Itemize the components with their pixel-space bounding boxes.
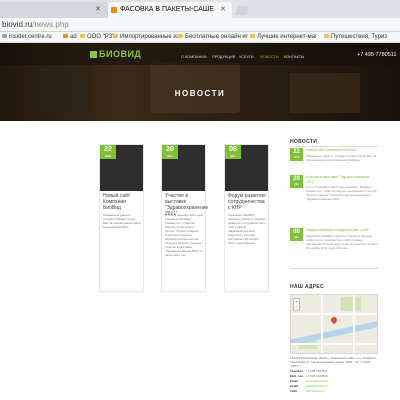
contact-row: Сайт http://biovid.ru bbox=[290, 389, 325, 393]
sidebar-address-heading: НАШ АДРЕС bbox=[290, 284, 324, 290]
website-link[interactable]: http://biovid.ru bbox=[306, 389, 325, 393]
sidebar-news-heading: НОВОСТИ bbox=[290, 139, 318, 145]
date-badge: 08 ДЕК bbox=[225, 145, 241, 159]
contact-row: Моб. тел. +7 926 1120860 bbox=[290, 374, 328, 378]
contact-row: Email sales@biovid.ru bbox=[290, 384, 328, 388]
folder-icon bbox=[80, 34, 85, 38]
nav-item-about[interactable]: О КОМПАНИИ bbox=[181, 55, 207, 59]
map-road bbox=[353, 295, 355, 353]
sidebar-news-title[interactable]: Форум развития сотрудничества с КНР bbox=[306, 228, 378, 233]
header-phone[interactable]: +7 495 7780511 bbox=[357, 52, 397, 58]
bookmark-item[interactable]: ad bbox=[63, 32, 77, 42]
sidebar-date-badge: 22 ЯНВ bbox=[290, 148, 303, 161]
location-map[interactable]: + − bbox=[290, 294, 378, 354]
nav-item-products[interactable]: ПРОДУКЦИЯ bbox=[212, 55, 236, 59]
folder-icon bbox=[324, 34, 329, 38]
close-tab-icon[interactable]: ✕ bbox=[220, 2, 226, 18]
bookmark-item[interactable]: Импортированные из bbox=[113, 32, 180, 42]
email-link[interactable]: biovid@biovid.ru bbox=[306, 379, 328, 383]
logo-mark-icon bbox=[90, 51, 97, 58]
browser-tab-active[interactable]: ФАСОВКА В ПАКЕТЫ-САШЕ ✕ bbox=[108, 2, 232, 18]
news-card[interactable]: 20 ДЕК Участие в выставке "Здравоохранен… bbox=[162, 145, 208, 291]
sidebar-news-text: Уважаемые дамы и господа! Приветствуем В… bbox=[306, 154, 377, 162]
divider bbox=[290, 268, 378, 269]
hero-banner: БИОВИД О КОМПАНИИ ПРОДУКЦИЯ УСЛУГИ НОВОС… bbox=[0, 43, 400, 121]
sidebar-news-text: С 5 по 9 декабря 2011 года компания "Био… bbox=[306, 185, 377, 201]
hero-photo-shape bbox=[150, 63, 240, 113]
page-title: НОВОСТИ bbox=[174, 89, 226, 98]
sidebar-news-text: Компания "БиоВид" приняла участие в фору… bbox=[306, 234, 378, 250]
url-text[interactable]: biovid.ru/news.php bbox=[2, 19, 69, 30]
map-park bbox=[341, 297, 361, 311]
new-tab-button[interactable] bbox=[234, 6, 250, 15]
sidebar-news-title[interactable]: Новый сайт Компании БиоВид bbox=[306, 148, 378, 153]
map-road bbox=[291, 343, 377, 345]
email-link[interactable]: sales@biovid.ru bbox=[306, 384, 327, 388]
address-bar[interactable]: biovid.ru/news.php bbox=[0, 18, 400, 32]
bookmark-item[interactable]: insider.centre.ru bbox=[2, 32, 52, 42]
nav-item-contacts[interactable]: КОНТАКТЫ bbox=[284, 55, 304, 59]
folder-icon bbox=[63, 34, 68, 38]
bookmark-item[interactable]: Путешествия, Туриз bbox=[324, 32, 387, 42]
site-logo[interactable]: БИОВИД bbox=[90, 49, 141, 59]
news-card-title[interactable]: Новый сайт Компании БиоВид bbox=[103, 193, 141, 211]
date-badge: 22 ЯНВ bbox=[100, 145, 116, 159]
tab-title: ФАСОВКА В ПАКЕТЫ-САШЕ bbox=[120, 6, 214, 13]
map-road bbox=[291, 313, 377, 315]
bookmark-item[interactable]: ООО "РЗ" bbox=[80, 32, 114, 42]
sidebar-date-badge: 08 ДЕК bbox=[290, 228, 303, 241]
page-icon bbox=[2, 34, 7, 38]
news-card-text: С 5 по 9 декабря 2011 года компания "Био… bbox=[165, 213, 203, 257]
divider bbox=[290, 146, 378, 147]
bookmarks-bar: insider.centre.ru ad ООО "РЗ" Импортиров… bbox=[0, 32, 400, 43]
close-tab-icon[interactable]: ✕ bbox=[95, 2, 101, 18]
news-card[interactable]: 22 ЯНВ Новый сайт Компании БиоВид Уважае… bbox=[100, 145, 143, 291]
folder-icon bbox=[178, 34, 183, 38]
folder-icon bbox=[113, 34, 118, 38]
nav-item-services[interactable]: УСЛУГИ bbox=[239, 55, 254, 59]
sidebar-news-title[interactable]: Участие в выставке "Здравоохранение 2011… bbox=[306, 175, 378, 184]
url-path: /news.php bbox=[32, 20, 69, 29]
contact-row: Email biovid@biovid.ru bbox=[290, 379, 329, 383]
news-card-text: Уважаемые дамы и господа! Приветствуем В… bbox=[103, 213, 141, 229]
nav-item-news[interactable]: НОВОСТИ bbox=[260, 55, 279, 59]
map-road bbox=[321, 295, 323, 353]
folder-icon bbox=[250, 34, 255, 38]
bookmark-item[interactable]: Лучшие интернет-маг bbox=[250, 32, 317, 42]
news-card[interactable]: 08 ДЕК Форум развития сотрудничества с К… bbox=[225, 145, 268, 291]
site-favicon-icon bbox=[111, 7, 117, 13]
news-card-text: Компания "БиоВид" приняла участие в фору… bbox=[228, 213, 266, 245]
address-text: 142750 Московская область, Ленинский рай… bbox=[290, 356, 377, 368]
browser-tab-bar: ✕ ФАСОВКА В ПАКЕТЫ-САШЕ ✕ bbox=[0, 0, 400, 18]
browser-tab[interactable]: ✕ bbox=[0, 2, 108, 18]
map-zoom-control[interactable]: + − bbox=[293, 298, 300, 311]
news-card-title[interactable]: Форум развития сотрудничества с КНР bbox=[228, 193, 266, 211]
date-badge: 20 ДЕК bbox=[162, 145, 178, 159]
contact-row: Телефон +7 495 7780511 bbox=[290, 369, 328, 373]
map-pin-icon[interactable] bbox=[329, 315, 339, 325]
bookmark-item[interactable]: Бесплатные онлайн иг bbox=[178, 32, 248, 42]
url-domain: biovid.ru bbox=[2, 20, 33, 29]
sidebar-date-badge: 20 ДЕК bbox=[290, 175, 303, 188]
header-overlay bbox=[0, 43, 400, 65]
